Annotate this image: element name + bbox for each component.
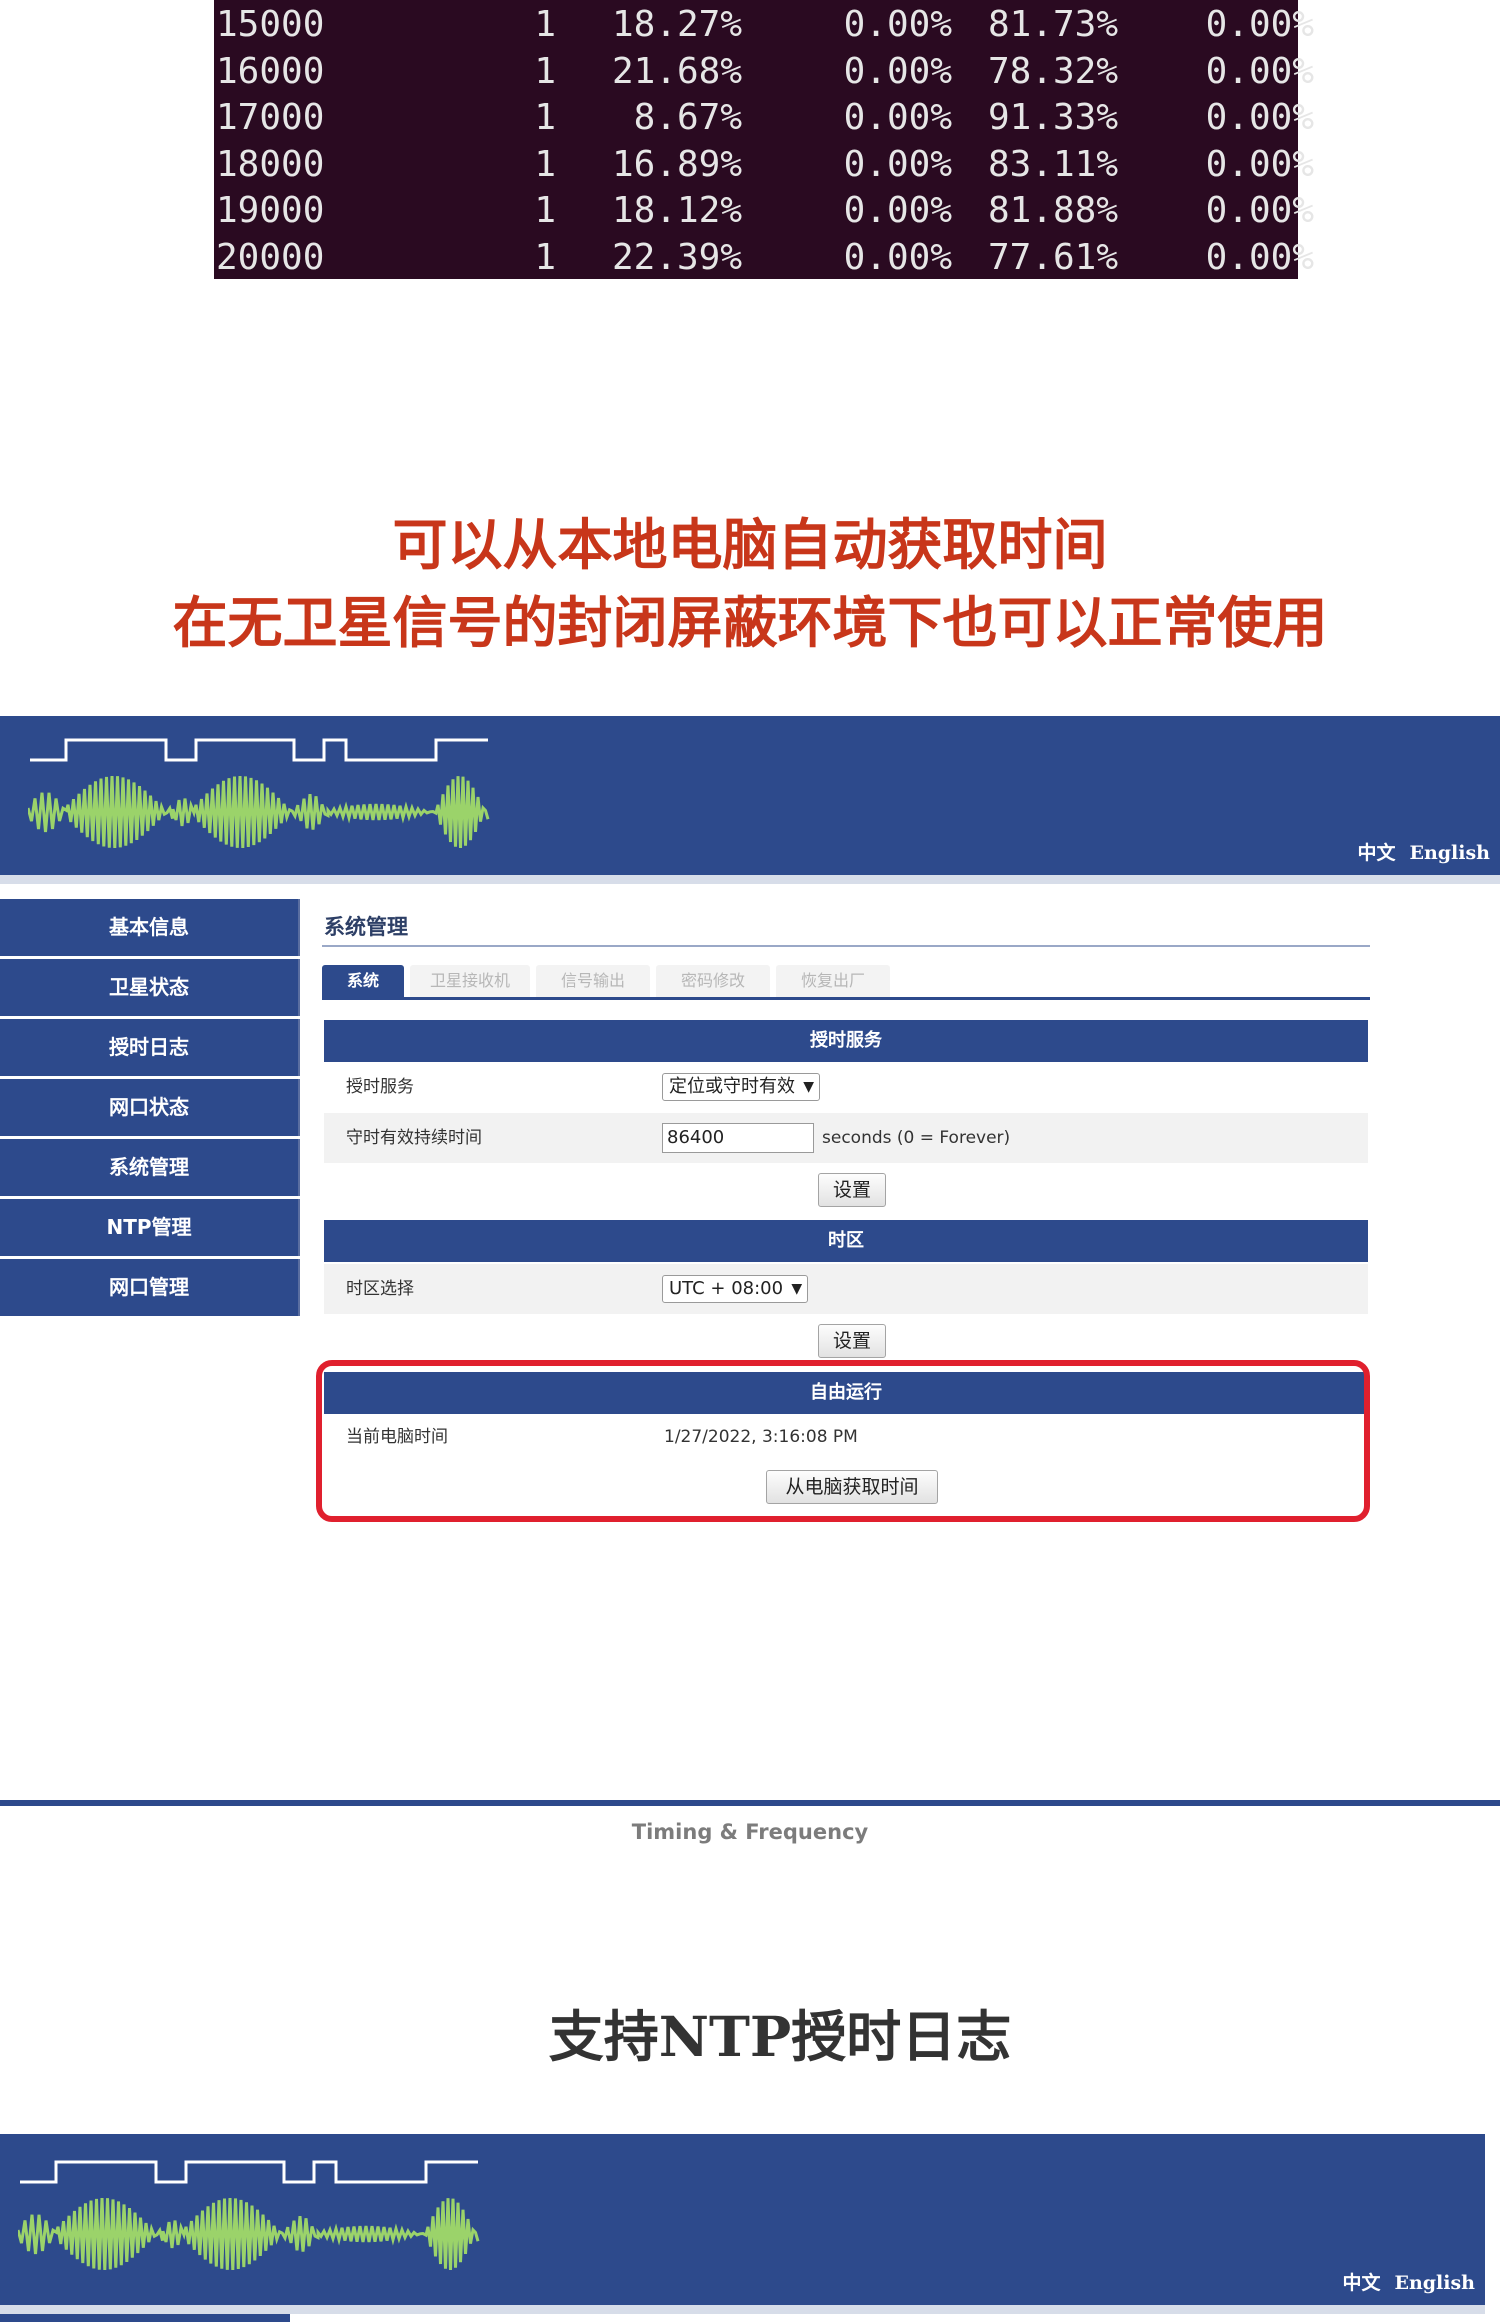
green-waveform: [18, 2197, 480, 2271]
terminal-row: 17000 1 8.67% 0.00% 91.33% 0.00%: [216, 97, 1314, 138]
green-waveform: [28, 775, 490, 849]
footer-divider: [0, 1800, 1500, 1806]
sidebar: 基本信息 卫星状态 授时日志 网口状态 系统管理 NTP管理 网口管理: [0, 899, 300, 1319]
signal-waveform-logo: [18, 2160, 480, 2271]
tab-factory-reset[interactable]: 恢复出厂: [776, 965, 890, 997]
terminal-row: 16000 1 21.68% 0.00% 78.32% 0.00%: [216, 50, 1314, 92]
section-header-timing-service: 授时服务: [324, 1020, 1368, 1062]
sidebar-item-ntp-management[interactable]: NTP管理: [0, 1199, 300, 1256]
terminal-row: 20000 1 22.39% 0.00% 77.61% 0.00%: [216, 236, 1314, 278]
tab-bar: 系统 卫星接收机 信号输出 密码修改 恢复出厂: [322, 965, 1370, 1001]
tab-underline: [322, 997, 1370, 1000]
app-banner: 中文 English: [0, 716, 1500, 884]
promo-heading-line-1: 可以从本地电脑自动获取时间: [392, 512, 1108, 577]
promo-heading-line-2: 在无卫星信号的封闭屏蔽环境下也可以正常使用: [172, 590, 1328, 655]
sidebar-item-system-management[interactable]: 系统管理: [0, 1139, 300, 1196]
timezone-set-button[interactable]: 设置: [818, 1324, 886, 1358]
timing-service-set-button[interactable]: 设置: [818, 1173, 886, 1207]
timezone-row: 时区选择 UTC + 08:00 ▼: [324, 1264, 1368, 1314]
lang-zh-link[interactable]: 中文: [1342, 2272, 1380, 2294]
lang-zh-link[interactable]: 中文: [1357, 842, 1395, 864]
hold-duration-hint: seconds (0 = Forever): [822, 1128, 1011, 1148]
sidebar-item-timing-log[interactable]: 授时日志: [0, 1019, 300, 1076]
tab-signal-output[interactable]: 信号输出: [536, 965, 650, 997]
chevron-down-icon: ▼: [803, 1079, 814, 1095]
timing-service-row: 授时服务 定位或守时有效 ▼: [324, 1062, 1368, 1112]
tab-satellite-receiver[interactable]: 卫星接收机: [410, 965, 530, 997]
highlight-box: [316, 1360, 1370, 1522]
terminal-output: 15000 1 18.27% 0.00% 81.73% 0.00% 16000 1 21.68…: [214, 0, 1314, 279]
main-panel: 系统管理 系统 卫星接收机 信号输出 密码修改 恢复出厂: [322, 905, 1370, 1001]
page-title: 系统管理: [322, 905, 1370, 947]
timing-service-label: 授时服务: [346, 1077, 414, 1097]
footer-text: Timing & Frequency: [631, 1820, 869, 1844]
timing-service-select[interactable]: 定位或守时有效 ▼: [662, 1073, 820, 1101]
lang-en-link[interactable]: English: [1409, 842, 1490, 864]
lang-en-link[interactable]: English: [1394, 2272, 1475, 2294]
sidebar-item-port-management[interactable]: 网口管理: [0, 1259, 300, 1316]
sidebar-item-satellite-status[interactable]: 卫星状态: [0, 959, 300, 1016]
section-header-timezone: 时区: [324, 1220, 1368, 1262]
app-banner-2: 中文 English: [0, 2134, 1485, 2314]
hold-duration-row: 守时有效持续时间 86400 seconds (0 = Forever): [324, 1113, 1368, 1163]
terminal-row: 15000 1 18.27% 0.00% 81.73% 0.00%: [216, 4, 1314, 45]
tab-password[interactable]: 密码修改: [656, 965, 770, 997]
signal-waveform-logo: [28, 738, 490, 849]
sidebar-item-port-status[interactable]: 网口状态: [0, 1079, 300, 1136]
sidebar-top-edge: [0, 2314, 290, 2322]
language-switch: 中文 English: [1343, 838, 1490, 865]
terminal-row: 18000 1 16.89% 0.00% 83.11% 0.00%: [216, 143, 1314, 185]
hold-duration-label: 守时有效持续时间: [346, 1128, 482, 1148]
timezone-label: 时区选择: [346, 1279, 414, 1299]
timezone-select[interactable]: UTC + 08:00 ▼: [662, 1275, 809, 1303]
hold-duration-input[interactable]: 86400: [662, 1123, 814, 1153]
language-switch-2: 中文 English: [1328, 2268, 1475, 2295]
tab-system[interactable]: 系统: [322, 965, 404, 997]
chevron-down-icon: ▼: [791, 1281, 803, 1297]
terminal-row: 19000 1 18.12% 0.00% 81.88% 0.00%: [216, 190, 1314, 231]
promo-heading-ntp-log: 支持NTP授时日志: [548, 2004, 1012, 2069]
sidebar-item-basic-info[interactable]: 基本信息: [0, 899, 300, 956]
